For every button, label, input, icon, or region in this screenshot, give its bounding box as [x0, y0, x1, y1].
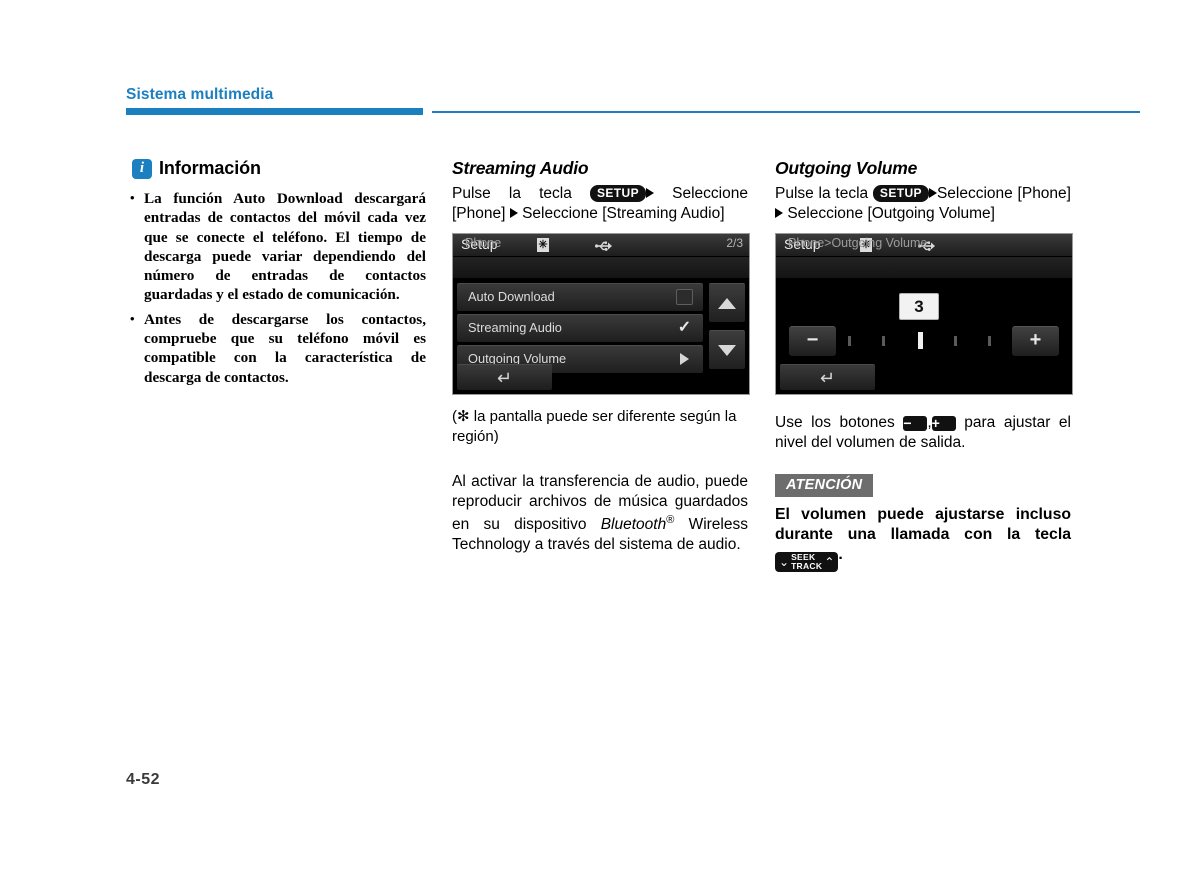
left-column: i Información La función Auto Download d…	[126, 158, 426, 392]
device-row-auto-download[interactable]: Auto Download	[457, 283, 703, 311]
volume-value-display: 3	[899, 293, 939, 320]
chevron-up-icon: ⌃	[824, 555, 835, 569]
instruction-text-part3: Seleccione [Outgoing Volume]	[787, 204, 995, 222]
volume-increase-button[interactable]: +	[1012, 326, 1059, 356]
outgoing-volume-instruction: Pulse la tecla SETUP Seleccione [Phone] S…	[775, 184, 1071, 223]
atencion-period: .	[838, 546, 843, 563]
arrow-right-icon[interactable]	[676, 351, 693, 367]
back-button[interactable]: ↵	[457, 364, 552, 390]
device-breadcrumb: Phone>Outgoing Volume	[788, 236, 928, 250]
slider-tick	[848, 336, 851, 346]
setup-key-badge: SETUP	[872, 185, 929, 202]
informacion-title: Información	[159, 158, 261, 178]
device-row-label: Auto Download	[468, 289, 555, 304]
section-heading-streaming-audio: Streaming Audio	[452, 158, 589, 178]
list-item: Antes de descargarse los contactos, comp…	[126, 309, 426, 387]
header-rule-thin	[432, 111, 1140, 113]
atencion-text-part1: El volumen puede ajustarse incluso duran…	[775, 506, 1071, 543]
setup-key-badge: SETUP	[590, 185, 647, 202]
seek-track-label: SEEK TRACK	[791, 553, 822, 571]
device-screenshot-outgoing-volume: Setup ✳ Phone>Outgoing Volume 3 − + ↵	[775, 233, 1073, 395]
list-item: La función Auto Download descargará entr…	[126, 188, 426, 305]
device-breadcrumb: Phone	[465, 236, 502, 250]
chevron-right-icon	[928, 188, 937, 198]
chevron-right-icon	[646, 188, 655, 198]
device-row-streaming-audio[interactable]: Streaming Audio ✓	[457, 314, 703, 342]
slider-tick	[954, 336, 957, 346]
slider-tick	[988, 336, 991, 346]
triangle-up-icon	[718, 297, 736, 309]
page-header: Sistema multimedia	[126, 86, 1140, 115]
usb-icon	[595, 239, 613, 251]
chevron-down-icon: ⌄	[779, 555, 790, 569]
usb-icon-svg	[595, 241, 612, 251]
back-button[interactable]: ↵	[780, 364, 875, 390]
device-sub-bar	[776, 257, 1072, 278]
checkbox-checked-icon[interactable]: ✓	[676, 320, 693, 336]
device-page-indicator: 2/3	[726, 236, 743, 250]
minus-button-badge: −	[903, 416, 928, 431]
scroll-down-button[interactable]	[709, 330, 745, 369]
section-heading-outgoing-volume: Outgoing Volume	[775, 158, 918, 178]
atencion-text: El volumen puede ajustarse incluso duran…	[775, 505, 1071, 572]
plus-button-badge: +	[931, 416, 956, 431]
middle-column: Streaming Audio Pulse la tecla SETUP Sel…	[452, 158, 750, 554]
streaming-audio-description: Al activar la transferencia de audio, pu…	[452, 472, 748, 554]
right-column: Outgoing Volume Pulse la tecla SETUP Sele…	[775, 158, 1073, 572]
slider-tick	[882, 336, 885, 346]
chevron-right-icon	[509, 207, 518, 218]
description-part1: Use los botones	[775, 414, 895, 431]
slider-tick-active	[918, 332, 923, 349]
status-badge: ATENCIÓN	[775, 474, 874, 497]
triangle-down-icon	[718, 344, 736, 356]
informacion-bullet-list: La función Auto Download descargará entr…	[126, 188, 426, 387]
bluetooth-brand: Bluetooth	[600, 516, 667, 534]
instruction-text-part2: Seleccione [Phone]	[936, 185, 1071, 202]
chapter-title: Sistema multimedia	[126, 86, 274, 103]
scroll-up-button[interactable]	[709, 283, 745, 322]
instruction-text-part3: Seleccione [Streaming Audio]	[522, 204, 725, 222]
back-arrow-icon: ↵	[496, 367, 513, 388]
device-sub-bar	[453, 257, 749, 278]
volume-slider-ticks[interactable]	[848, 329, 998, 353]
outgoing-volume-description: Use los botones − ,+ para ajustar el nive…	[775, 413, 1071, 452]
atencion-block: ATENCIÓN El volumen puede ajustarse incl…	[775, 474, 1071, 572]
bluetooth-icon: ✳	[537, 238, 549, 252]
info-icon: i	[132, 158, 152, 179]
device-screenshot-setup-phone: Setup ✳ Phone 2/3 Auto Download Streamin…	[452, 233, 750, 395]
page-number: 4-52	[126, 771, 161, 788]
seek-track-key-badge: ⌄ SEEK TRACK ⌃	[775, 552, 839, 572]
informacion-header: i Información	[132, 158, 426, 179]
volume-decrease-button[interactable]: −	[789, 326, 836, 356]
header-rule-thick	[126, 108, 423, 115]
screen-region-caption: (✻ la pantalla puede ser diferente según…	[452, 408, 737, 445]
device-row-label: Streaming Audio	[468, 320, 562, 335]
chevron-right-icon	[775, 207, 783, 218]
track-label: TRACK	[791, 561, 823, 571]
badge-separator: ,	[927, 414, 932, 431]
instruction-text-part1: Pulse la tecla	[452, 185, 572, 202]
instruction-text-part1: Pulse la tecla	[775, 185, 869, 202]
checkbox-empty-icon[interactable]	[676, 289, 693, 305]
back-arrow-icon: ↵	[819, 367, 836, 388]
streaming-audio-instruction: Pulse la tecla SETUP Seleccione [Phone] …	[452, 184, 748, 223]
